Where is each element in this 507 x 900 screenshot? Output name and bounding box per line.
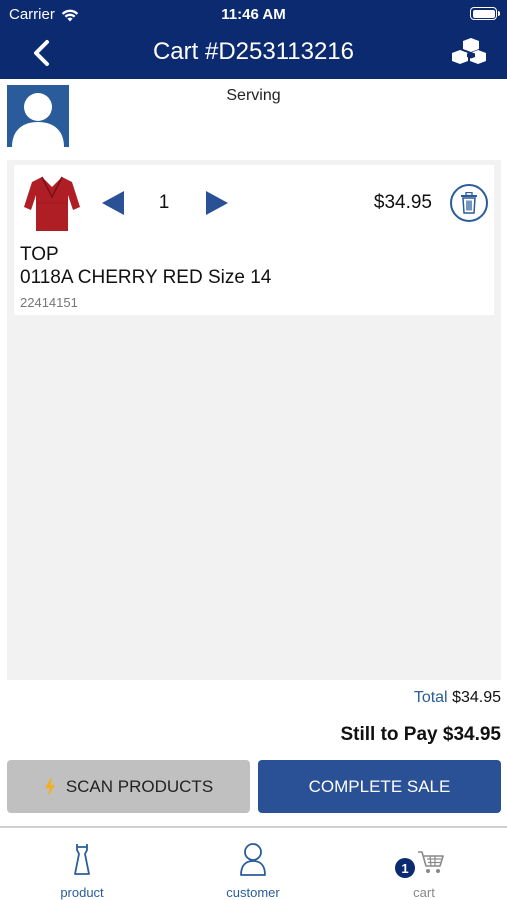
decrease-quantity-button[interactable]: [100, 189, 126, 217]
item-sku: 22414151: [20, 295, 78, 310]
item-name: TOP: [20, 244, 59, 265]
status-bar: Carrier 11:46 AM: [0, 0, 507, 28]
sync-button[interactable]: [449, 36, 487, 68]
total-row: Total $34.95: [414, 689, 501, 707]
tab-bar: product customer 1 cart: [0, 826, 507, 900]
battery-icon: [470, 7, 500, 20]
dress-icon: [74, 844, 90, 875]
tab-customer[interactable]: customer: [193, 840, 313, 900]
still-to-pay: Still to Pay $34.95: [340, 724, 501, 745]
cart-item[interactable]: 1 $34.95 TOP 0118A CHERRY RED Size 14 22…: [14, 165, 494, 315]
serving-label: Serving: [226, 87, 281, 104]
scan-products-button[interactable]: SCAN PRODUCTS: [7, 760, 250, 813]
status-time: 11:46 AM: [221, 6, 286, 23]
tab-cart[interactable]: 1 cart: [364, 840, 484, 900]
top-bar: Carrier 11:46 AM Cart #D253113216: [0, 0, 507, 79]
complete-sale-button[interactable]: COMPLETE SALE: [258, 760, 501, 813]
increase-quantity-button[interactable]: [204, 189, 230, 217]
scan-products-label: SCAN PRODUCTS: [65, 776, 214, 796]
person-icon: [240, 843, 266, 876]
triangle-left-icon: [102, 191, 124, 215]
serving-row: Serving: [0, 84, 507, 150]
tab-product-label: product: [60, 885, 104, 900]
total-value: $34.95: [452, 689, 501, 706]
triangle-right-icon: [206, 191, 228, 215]
quantity-value: 1: [158, 192, 170, 213]
navigation-bar: Cart #D253113216: [0, 28, 507, 79]
delete-item-button[interactable]: [450, 184, 488, 222]
tab-product[interactable]: product: [22, 840, 142, 900]
tab-cart-label: cart: [413, 885, 435, 900]
product-image: [22, 173, 82, 235]
total-label: Total: [413, 689, 448, 706]
cart-list: 1 $34.95 TOP 0118A CHERRY RED Size 14 22…: [7, 160, 501, 680]
tab-customer-label: customer: [226, 885, 280, 900]
cart-count-badge: 1: [395, 858, 415, 878]
cubes-icon: [452, 38, 486, 64]
page-title: Cart #D253113216: [152, 38, 355, 65]
lightning-icon: [44, 777, 55, 796]
trash-icon: [461, 192, 477, 214]
item-description: 0118A CHERRY RED Size 14: [20, 267, 272, 288]
item-price: $34.95: [373, 192, 432, 213]
complete-sale-label: COMPLETE SALE: [308, 776, 451, 796]
blouse-icon: [24, 176, 80, 231]
